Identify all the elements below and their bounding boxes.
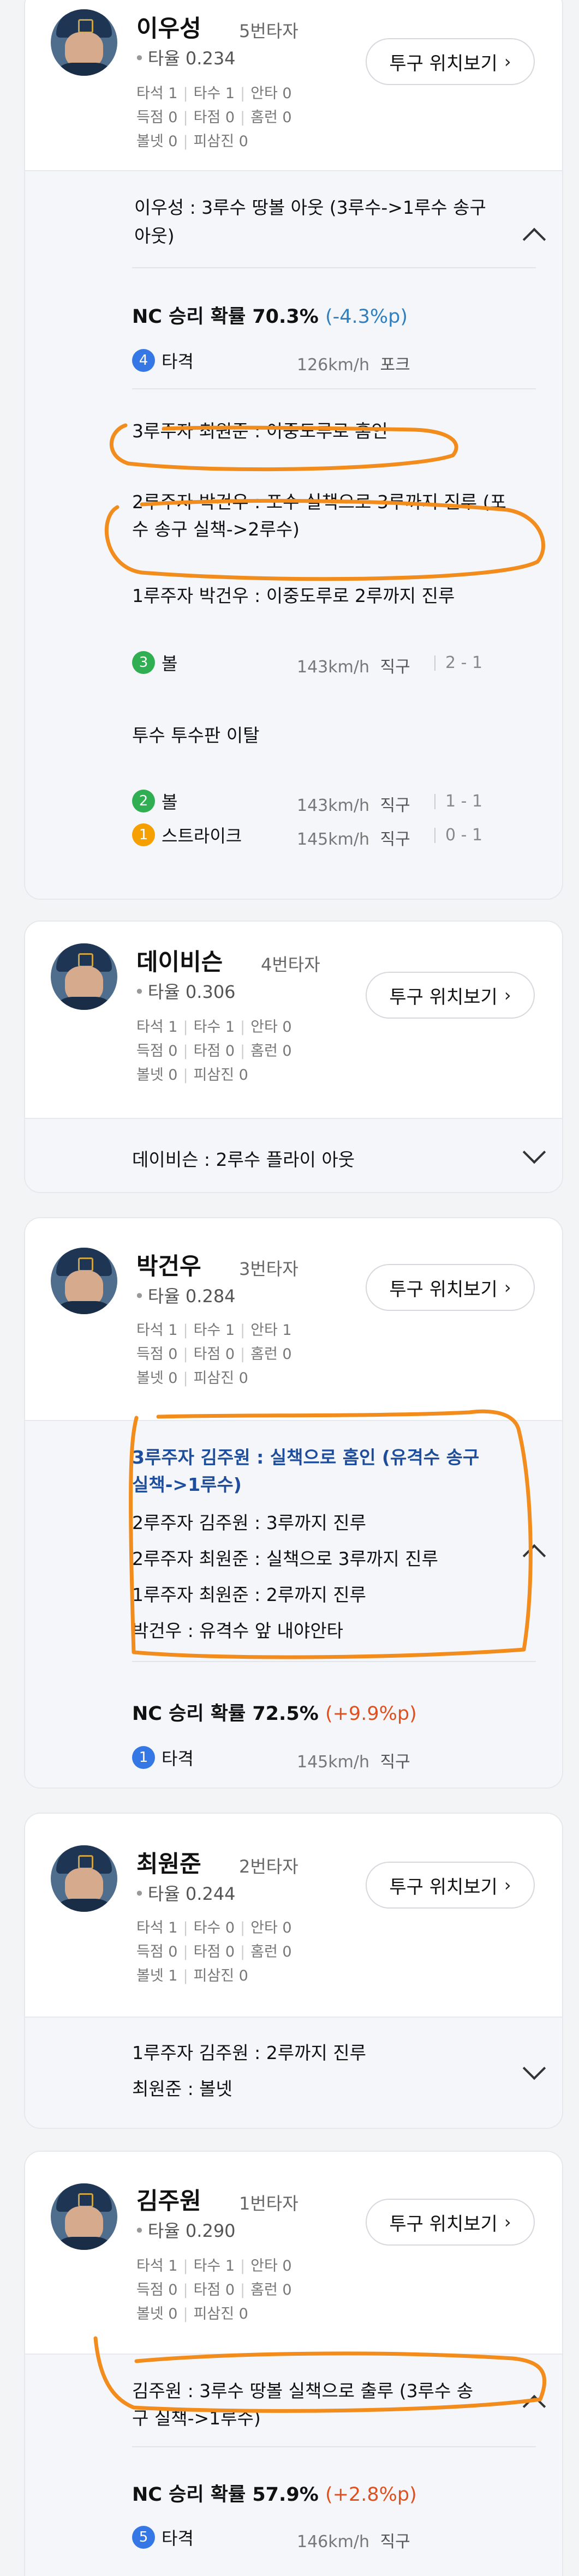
player-stats: 타석 1 | 타수 1 | 안타 0 득점 0 | 타점 0 | 홈런 0 볼넷 0 | 피삼진 0 <box>136 1019 292 1084</box>
play-detail: 3루주자 김주원 : 실책으로 홈인 (유격수 송구 실책->1루수) 2루주자… <box>25 1420 562 1787</box>
play-detail: 김주원 : 3루수 땅볼 실책으로 출루 (3루수 송 구 실책->1루수) N… <box>25 2354 562 2576</box>
pitch-number-badge: 1 <box>132 823 155 846</box>
batting-order: 3번타자 <box>239 1259 299 1279</box>
pitch-number-badge: 1 <box>132 1746 155 1769</box>
player-avatar <box>51 2183 117 2250</box>
player-avatar <box>51 1248 117 1314</box>
player-card-3: 박건우 3번타자 • 타율 0.284 타석 1 | 타수 1 | 안타 1 득점 0 | 타… <box>24 1217 563 1789</box>
play-event: 김주원 : 3루수 땅볼 실책으로 출루 (3루수 송 <box>132 2380 474 2402</box>
player-avatar <box>51 943 117 1010</box>
play-event: 실책->1루수) <box>132 1474 242 1495</box>
play-detail: 이우성 : 3루수 땅볼 아웃 (3루수->1루수 송구 아웃) NC 승리 확… <box>25 170 562 899</box>
runner-event: 수 송구 실책->2루수) <box>132 519 300 540</box>
player-name: 최원준 <box>136 1851 201 1878</box>
play-event: 박건우 : 유격수 앞 내야안타 <box>132 1620 344 1641</box>
player-stats: 타석 1 | 타수 1 | 안타 0 득점 0 | 타점 0 | 홈런 0 볼넷 0 | 피삼진 0 <box>136 2258 292 2322</box>
player-avatar <box>51 1845 117 1912</box>
runner-event: 1루주자 박건우 : 이중도루로 2루까지 진루 <box>132 585 455 606</box>
pitch-count: 2 - 1 <box>445 653 483 672</box>
player-header: 데이비슨 4번타자 • 타율 0.306 타석 1 | 타수 1 | 안타 0 득점 0 |… <box>25 922 562 1091</box>
play-event: 구 실책->1루수) <box>132 2408 261 2429</box>
player-name: 이우성 <box>136 15 201 43</box>
pitch-location-button[interactable]: 투구 위치보기 › <box>366 38 535 85</box>
win-probability: NC 승리 확률 57.9% (+2.8%p) <box>132 2484 417 2506</box>
win-probability: NC 승리 확률 72.5% (+9.9%p) <box>132 1703 417 1725</box>
play-detail: 데이비슨 : 2루수 플라이 아웃 <box>25 1118 562 1192</box>
batting-average: • 타율 0.290 <box>134 2220 236 2241</box>
collapse-icon[interactable] <box>522 2394 546 2418</box>
player-name: 박건우 <box>136 1253 201 1280</box>
play-event: 데이비슨 : 2루수 플라이 아웃 <box>132 1149 355 1170</box>
pitch-count: 0 - 1 <box>445 826 483 845</box>
player-card-2: 데이비슨 4번타자 • 타율 0.306 타석 1 | 타수 1 | 안타 0 득점 0 |… <box>24 920 563 1193</box>
pitch-speed: 126km/h 포크 <box>297 356 410 375</box>
play-event: 3루주자 김주원 : 실책으로 홈인 (유격수 송구 <box>132 1447 480 1468</box>
play-event: 최원준 : 볼넷 <box>132 2078 232 2099</box>
pitch-count: 1 - 1 <box>445 792 483 811</box>
runner-event: 투수 투수판 이탈 <box>132 725 260 746</box>
player-avatar <box>51 9 117 76</box>
batting-average: • 타율 0.284 <box>134 1286 236 1307</box>
runner-event: 3루주자 최원준 : 이중도루로 홈인 <box>132 420 388 442</box>
player-card-4: 최원준 2번타자 • 타율 0.244 타석 1 | 타수 0 | 안타 0 득점 0 | 타… <box>24 1813 563 2129</box>
collapse-icon[interactable] <box>522 227 546 251</box>
pitch-row: 4 타격 <box>132 348 194 373</box>
expand-icon[interactable] <box>522 2056 546 2080</box>
pitch-number-badge: 3 <box>132 651 155 674</box>
play-event: 2루주자 최원준 : 실책으로 3루까지 진루 <box>132 1548 438 1569</box>
pitch-row: 2볼 <box>132 789 177 814</box>
pitch-speed: 145km/h 직구 <box>297 830 410 849</box>
batting-average: • 타율 0.306 <box>134 982 236 1002</box>
batting-order: 4번타자 <box>261 954 320 975</box>
player-card-1: 이우성 5번타자 • 타율 0.234 타석 1 | 타수 1 | 안타 0 득점 0 | 타… <box>24 0 563 900</box>
batting-order: 5번타자 <box>239 21 299 41</box>
pitch-location-button[interactable]: 투구 위치보기 › <box>366 1264 535 1311</box>
pitch-location-button[interactable]: 투구 위치보기 › <box>366 1862 535 1909</box>
pitch-speed: 143km/h 직구 <box>297 796 410 815</box>
play-event: 1루주자 김주원 : 2루까지 진루 <box>132 2042 367 2063</box>
play-event: 아웃) <box>134 225 175 246</box>
pitch-location-button[interactable]: 투구 위치보기 › <box>366 2199 535 2246</box>
pitch-location-button[interactable]: 투구 위치보기 › <box>366 972 535 1019</box>
batting-order: 2번타자 <box>239 1856 299 1877</box>
batting-average: • 타율 0.244 <box>134 1883 236 1904</box>
pitch-row: 1 스트라이크 <box>132 822 242 847</box>
play-event: 이우성 : 3루수 땅볼 아웃 (3루수->1루수 송구 <box>134 197 486 218</box>
play-detail: 1루주자 김주원 : 2루까지 진루 최원준 : 볼넷 <box>25 2017 562 2128</box>
player-stats: 타석 1 | 타수 1 | 안타 0 득점 0 | 타점 0 | 홈런 0 볼넷 0 | 피삼진 0 <box>136 85 292 150</box>
win-probability: NC 승리 확률 70.3% (-4.3%p) <box>132 306 408 328</box>
expand-icon[interactable] <box>522 1140 546 1164</box>
collapse-icon[interactable] <box>522 1544 546 1568</box>
player-header: 이우성 5번타자 • 타율 0.234 타석 1 | 타수 1 | 안타 0 득점 0 | 타… <box>25 0 562 186</box>
player-header: 최원준 2번타자 • 타율 0.244 타석 1 | 타수 0 | 안타 0 득점 0 | 타… <box>25 1814 562 1984</box>
player-name: 데이비슨 <box>136 949 223 976</box>
pitch-row: 3볼 <box>132 650 177 675</box>
pitch-number-badge: 4 <box>132 349 155 372</box>
player-card-5: 김주원 1번타자 • 타율 0.290 타석 1 | 타수 1 | 안타 0 득점 0 | 타… <box>24 2151 563 2576</box>
player-name: 김주원 <box>136 2188 201 2215</box>
player-stats: 타석 1 | 타수 1 | 안타 1 득점 0 | 타점 0 | 홈런 0 볼넷 0 | 피삼진 0 <box>136 1322 292 1387</box>
player-header: 김주원 1번타자 • 타율 0.290 타석 1 | 타수 1 | 안타 0 득점 0 | 타… <box>25 2152 562 2322</box>
play-event: 2루주자 김주원 : 3루까지 진루 <box>132 1512 367 1533</box>
pitch-row: 5 타격 <box>132 2525 194 2550</box>
pitch-row: 1 타격 <box>132 1745 194 1770</box>
player-header: 박건우 3번타자 • 타율 0.284 타석 1 | 타수 1 | 안타 1 득점 0 | 타… <box>25 1218 562 1387</box>
batting-average: • 타율 0.234 <box>134 48 236 69</box>
pitch-speed: 146km/h 직구 <box>297 2532 410 2551</box>
pitch-speed: 145km/h 직구 <box>297 1753 410 1772</box>
pitch-number-badge: 2 <box>132 790 155 812</box>
pitch-number-badge: 5 <box>132 2526 155 2549</box>
pitch-speed: 143km/h 직구 <box>297 658 410 677</box>
player-stats: 타석 1 | 타수 0 | 안타 0 득점 0 | 타점 0 | 홈런 0 볼넷 1 | 피삼진 0 <box>136 1919 292 1984</box>
play-event: 1루주자 최원준 : 2루까지 진루 <box>132 1584 367 1605</box>
batting-order: 1번타자 <box>239 2193 299 2214</box>
runner-event: 2루주자 박건우 : 포수 실책으로 3루까지 진루 (포 <box>132 491 506 513</box>
